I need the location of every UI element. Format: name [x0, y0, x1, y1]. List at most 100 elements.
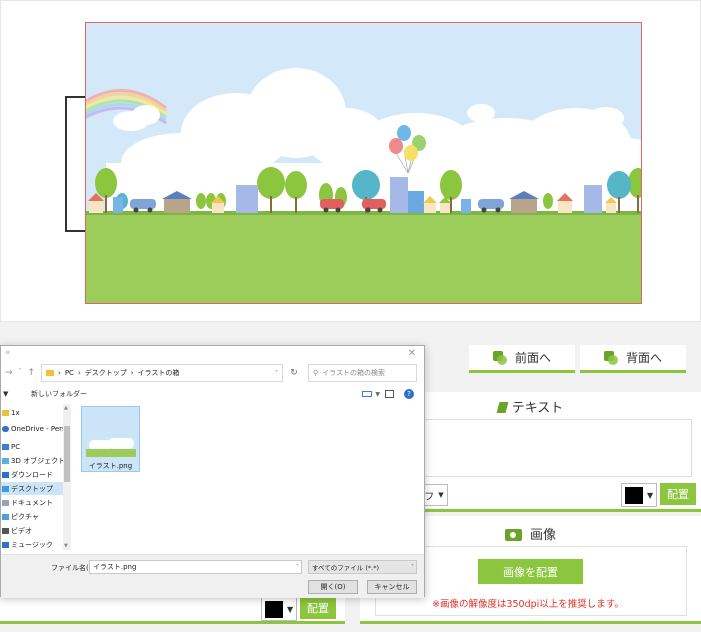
address-bar[interactable]: › PC › デスクトップ › イラストの箱 ˅ [41, 364, 283, 382]
align-select-value: フ [424, 491, 435, 503]
cancel-button[interactable]: キャンセル [367, 580, 417, 594]
pen-icon [496, 402, 509, 413]
filename-value: イラスト.png [93, 563, 137, 571]
color-swatch [265, 600, 283, 618]
image-section-underline [360, 621, 701, 624]
download-icon [2, 471, 9, 478]
breadcrumb-folder[interactable]: イラストの箱 [138, 368, 180, 378]
design-preview [0, 0, 701, 322]
tree-item-label: ミュージック [11, 540, 53, 549]
tree-item-onedrive[interactable]: OneDrive - Person [1, 422, 71, 435]
text-section-title-label: テキスト [511, 401, 564, 416]
breadcrumb-desktop[interactable]: デスクトップ [85, 368, 127, 378]
tree-item-music[interactable]: ミュージック [1, 538, 63, 550]
document-icon [2, 499, 9, 506]
cloud-icon [2, 425, 9, 432]
layer-back-icon [603, 350, 618, 365]
search-icon: ⚲ [313, 369, 319, 377]
tree-item-label: 3D オブジェクト [11, 456, 66, 465]
tree-item-pictures[interactable]: ピクチャ [1, 510, 63, 523]
cube-icon [2, 457, 9, 464]
forward-arrow-icon[interactable]: → [5, 368, 13, 378]
chevron-down-icon[interactable]: ˅ [275, 370, 278, 377]
dialog-toolbar: ▼ 新しいフォルダー ▼ ? [1, 386, 424, 402]
fold-bracket [65, 96, 85, 232]
send-back-button[interactable]: 背面へ [580, 345, 686, 373]
chevron-down-icon[interactable]: ▼ [375, 391, 380, 398]
tree-item-1x[interactable]: 1x [1, 406, 63, 419]
dialog-footer: ファイル名(N): イラスト.png ˅ すべてのファイル (*.*) ˅ 開く… [1, 554, 424, 598]
filename-input[interactable]: イラスト.png ˅ [89, 560, 302, 574]
computer-icon [2, 443, 9, 450]
chevron-down-icon[interactable]: ˅ [296, 564, 299, 571]
address-sep: › [130, 369, 134, 377]
filetype-select[interactable]: すべてのファイル (*.*) ˅ [308, 560, 417, 574]
illustration [86, 23, 641, 303]
picture-icon [2, 513, 9, 520]
video-icon [2, 527, 9, 534]
file-name: イラスト.png [88, 462, 133, 470]
tree-item-downloads[interactable]: ダウンロード [1, 468, 63, 481]
up-arrow-icon[interactable]: ↑ [28, 368, 36, 378]
folder-icon [2, 409, 9, 416]
tree-item-videos[interactable]: ビデオ [1, 524, 63, 537]
history-dropdown-icon[interactable]: ˅ [19, 368, 22, 378]
search-placeholder: イラストの箱の検索 [322, 369, 386, 377]
tree-item-label: ダウンロード [11, 470, 53, 479]
address-sep: › [58, 369, 61, 377]
tree-item-label: ビデオ [11, 526, 32, 535]
text-input[interactable] [420, 419, 692, 477]
tree-item-documents[interactable]: ドキュメント [1, 496, 63, 509]
breadcrumb-pc[interactable]: PC [65, 369, 74, 377]
chevron-down-icon: ▼ [438, 491, 444, 499]
text-color-picker[interactable]: ▼ [621, 483, 657, 507]
resolution-note: ※画像の解像度は350dpi以上を推奨します。 [432, 599, 624, 610]
close-icon[interactable]: ✕ [408, 348, 416, 359]
file-list: イラスト.png [73, 404, 423, 550]
design-canvas[interactable] [85, 22, 642, 304]
refresh-icon[interactable]: ↻ [287, 364, 301, 382]
chevron-down-icon: ▼ [287, 604, 294, 614]
scroll-down-icon[interactable]: ▼ [64, 543, 68, 549]
tree-item-pc[interactable]: PC [1, 440, 63, 453]
text-place-button[interactable]: 配置 [660, 483, 696, 505]
tree-item-label: OneDrive - Person [11, 424, 71, 433]
tree-item-label: ピクチャ [11, 512, 39, 521]
left-color-picker[interactable]: ▼ [261, 597, 297, 621]
music-icon [2, 541, 9, 548]
tree-item-desktop[interactable]: デスクトップ [1, 482, 63, 495]
filetype-value: すべてのファイル (*.*) [312, 564, 379, 572]
tree-item-label: ドキュメント [11, 498, 53, 507]
address-sep: › [77, 369, 81, 377]
place-image-button[interactable]: 画像を配置 [478, 559, 583, 584]
preview-pane-icon[interactable] [385, 390, 394, 398]
image-section-title-label: 画像 [529, 528, 556, 543]
left-panel-underline [0, 621, 345, 624]
bring-front-button[interactable]: 前面へ [469, 345, 575, 373]
scroll-thumb[interactable] [64, 426, 70, 482]
new-folder-button[interactable]: 新しいフォルダー [31, 389, 87, 399]
chevron-down-icon: ▼ [647, 490, 654, 500]
folder-icon [46, 370, 54, 376]
chevron-down-icon: ˅ [411, 563, 414, 571]
image-thumbnail [86, 437, 136, 457]
tree-item-3d-objects[interactable]: 3D オブジェクト [1, 454, 66, 467]
send-back-label: 背面へ [625, 351, 662, 365]
help-icon[interactable]: ? [404, 389, 414, 399]
color-swatch [625, 486, 643, 504]
tree-scrollbar[interactable]: ▲ ▼ [63, 404, 71, 550]
camera-icon [504, 529, 522, 541]
left-place-button[interactable]: 配置 [300, 597, 336, 619]
scroll-up-icon[interactable]: ▲ [64, 405, 68, 411]
bring-front-label: 前面へ [514, 351, 551, 365]
file-item[interactable]: イラスト.png [81, 406, 140, 472]
navigation-row: → ˅ ↑ › PC › デスクトップ › イラストの箱 ˅ ↻ ⚲ イラストの… [1, 364, 424, 382]
file-open-dialog: « ✕ → ˅ ↑ › PC › デスクトップ › イラストの箱 ˅ ↻ ⚲ イ… [0, 345, 425, 598]
tree-item-label: PC [11, 442, 21, 451]
view-icon[interactable] [362, 391, 372, 397]
search-input[interactable]: ⚲ イラストの箱の検索 [308, 364, 417, 382]
navigation-tree: 1x OneDrive - Person PC 3D オブジェクト ダウンロード… [1, 404, 71, 550]
organize-button[interactable]: ▼ [3, 390, 8, 398]
tree-item-label: デスクトップ [11, 484, 53, 493]
open-button[interactable]: 開く(O) [308, 580, 358, 594]
